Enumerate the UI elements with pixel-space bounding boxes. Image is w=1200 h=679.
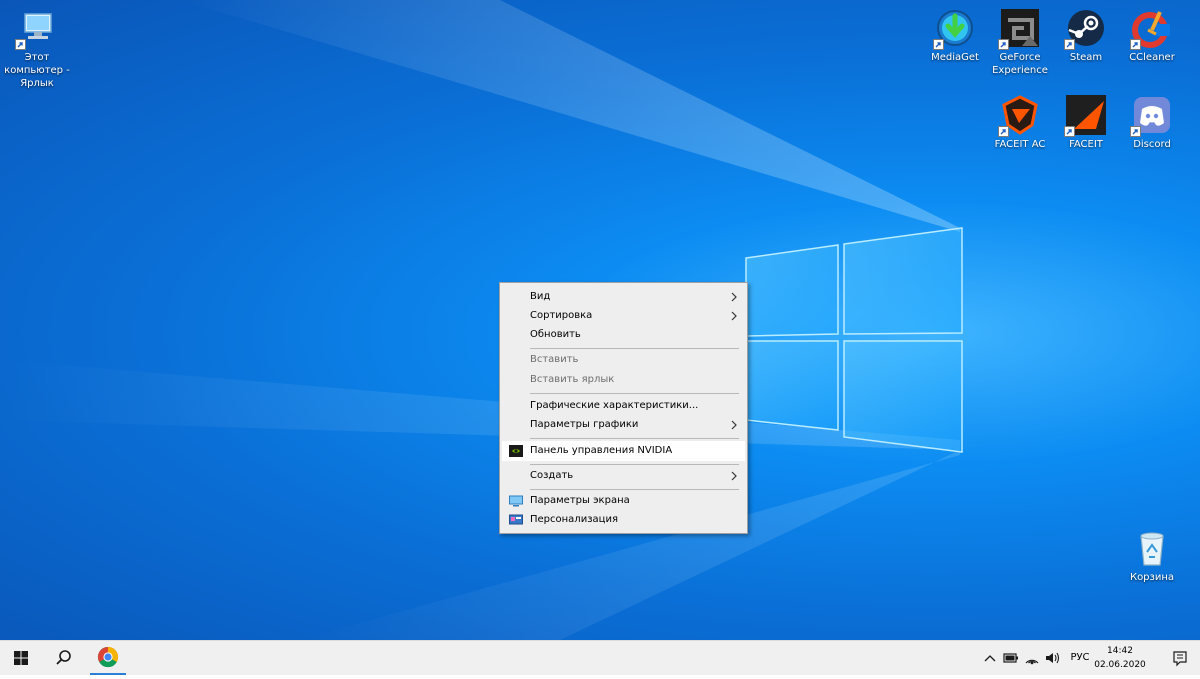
desktop-context-menu: Вид Сортировка Обновить Вставить Вставит… [499,282,748,534]
icon-label: Корзина [1129,572,1175,583]
shortcut-arrow-icon [1130,39,1141,50]
shortcut-arrow-icon [1064,126,1075,137]
menu-item-label: Вставить [530,354,579,365]
menu-item-paste[interactable]: Вставить [502,350,745,370]
menu-item-refresh[interactable]: Обновить [502,325,745,345]
menu-separator [530,348,739,349]
language-indicator: РУС [1070,652,1090,663]
menu-separator [530,393,739,394]
search-button[interactable] [44,641,82,675]
tray-clock[interactable]: 14:42 02.06.2020 [1090,644,1150,672]
windows-logo-icon [14,651,28,665]
icon-label: Discord [1133,139,1171,150]
chevron-up-icon [984,655,996,662]
menu-item-label: Вид [530,291,551,302]
tray-network-button[interactable] [1023,641,1041,675]
nvidia-icon [509,445,523,457]
menu-item-paste-shortcut[interactable]: Вставить ярлык [502,370,745,390]
menu-item-label: Персонализация [530,514,618,525]
this-pc-shortcut[interactable]: Этот компьютер - Ярлык [0,8,74,90]
tray-notifications-button[interactable] [1160,641,1200,675]
recycle-bin-icon [1132,528,1172,568]
shortcut-arrow-icon [15,39,26,50]
ccleaner-shortcut[interactable]: CCleaner [1115,8,1189,64]
icon-label: FACEIT [1069,139,1103,150]
this-pc-icon [15,8,57,50]
shortcut-arrow-icon [933,39,944,50]
menu-item-nvidia-panel[interactable]: Панель управления NVIDIA [502,441,745,461]
chrome-icon [97,646,119,668]
faceit-shortcut[interactable]: FACEIT [1049,95,1123,151]
menu-item-display-settings[interactable]: Параметры экрана [502,491,745,511]
icon-label: Steam [1069,52,1103,63]
icon-label: Этот компьютер - Ярлык [4,52,70,89]
faceit-ac-shortcut[interactable]: FACEIT AC [983,95,1057,151]
faceit-ac-icon [998,95,1040,137]
start-button[interactable] [0,641,42,675]
battery-icon [1003,653,1018,663]
icon-label: GeForce Experience [992,52,1048,76]
ccleaner-icon [1130,8,1172,50]
icon-label: FACEIT AC [994,139,1046,150]
menu-item-label: Параметры экрана [530,495,630,506]
menu-item-label: Графические характеристики... [530,400,699,411]
discord-shortcut[interactable]: Discord [1115,95,1189,151]
geforce-experience-shortcut[interactable]: GeForce Experience [983,8,1057,77]
notification-icon [1173,651,1187,667]
menu-item-label: Параметры графики [530,419,639,430]
menu-item-label: Обновить [530,329,581,340]
menu-item-label: Панель управления NVIDIA [530,445,673,456]
menu-item-personalize[interactable]: Персонализация [502,510,745,530]
taskbar-chrome-button[interactable] [90,641,126,675]
personalize-icon [509,514,523,525]
menu-separator [530,489,739,490]
mediaget-icon [933,8,975,50]
taskbar: РУС 14:42 02.06.2020 [0,640,1200,675]
menu-item-label: Вставить ярлык [530,374,615,385]
shortcut-arrow-icon [1064,39,1075,50]
menu-item-graphics-options[interactable]: Параметры графики [502,415,745,435]
steam-shortcut[interactable]: Steam [1049,8,1123,64]
network-icon [1025,659,1039,665]
shortcut-arrow-icon [1130,126,1141,137]
icon-label: MediaGet [931,52,979,63]
clock-date: 02.06.2020 [1094,660,1146,670]
tray-show-hidden-button[interactable] [982,641,998,675]
menu-item-new[interactable]: Создать [502,466,745,486]
search-icon [56,650,71,665]
discord-icon [1130,95,1172,137]
menu-item-view[interactable]: Вид [502,287,745,307]
icon-label: CCleaner [1129,52,1175,63]
menu-separator [530,464,739,465]
menu-item-sort[interactable]: Сортировка [502,306,745,326]
faceit-icon [1064,95,1106,137]
chevron-right-icon [731,471,737,481]
menu-separator [530,438,739,439]
tray-battery-button[interactable] [1002,641,1020,675]
chevron-right-icon [731,292,737,302]
shortcut-arrow-icon [998,39,1009,50]
menu-item-graphics-properties[interactable]: Графические характеристики... [502,396,745,416]
steam-icon [1064,8,1106,50]
geforce-experience-icon [998,8,1040,50]
mediaget-shortcut[interactable]: MediaGet [918,8,992,64]
clock-time: 14:42 [1107,646,1133,656]
desktop[interactable]: Этот компьютер - Ярлык MediaGet GeForce … [0,0,1200,640]
display-icon [509,495,523,507]
chevron-right-icon [731,311,737,321]
volume-icon [1046,652,1060,664]
menu-item-label: Создать [530,470,574,481]
menu-item-label: Сортировка [530,310,593,321]
tray-volume-button[interactable] [1044,641,1062,675]
chevron-right-icon [731,420,737,430]
shortcut-arrow-icon [998,126,1009,137]
recycle-bin-shortcut[interactable]: Корзина [1115,528,1189,584]
